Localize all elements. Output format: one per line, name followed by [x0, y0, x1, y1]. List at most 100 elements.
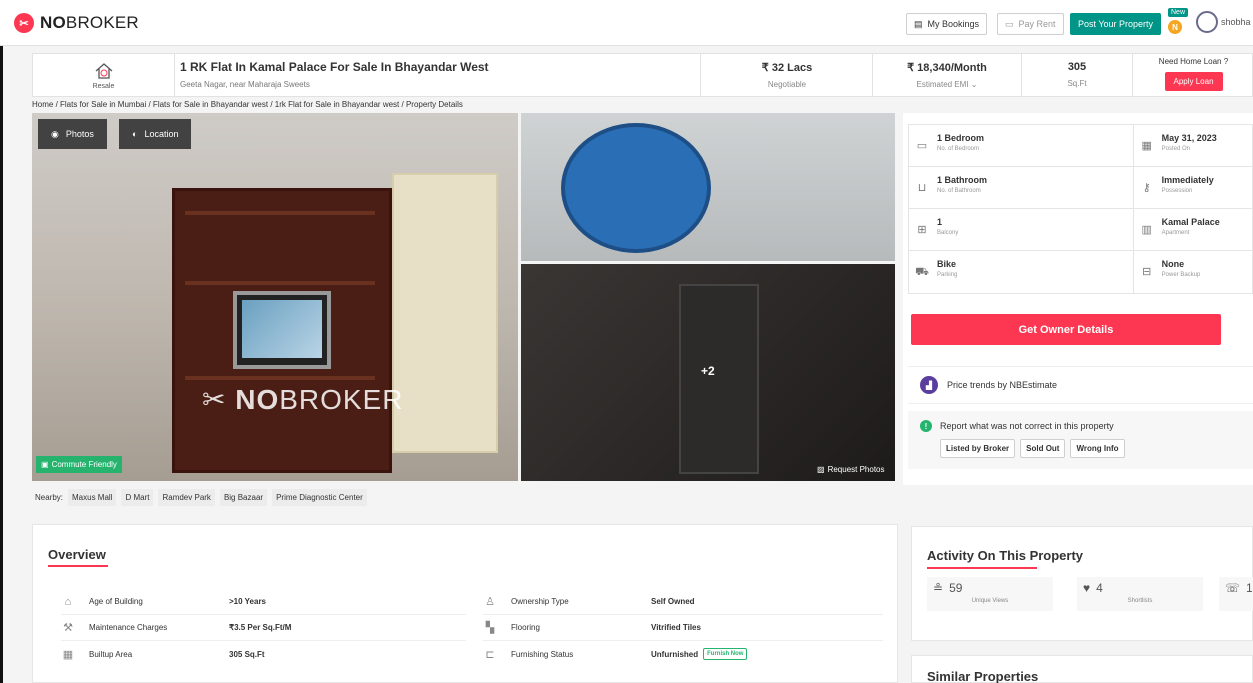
bathroom-cell: ⊔ 1 Bathroom No. of Bathroom [909, 167, 1133, 209]
phone-icon: ☏ [1225, 581, 1241, 595]
posted-on-cell: ▦ May 31, 2023 Posted On [1132, 125, 1252, 167]
overview-right-column: ♙ Ownership Type Self Owned ▚ Flooring V… [483, 589, 883, 667]
overview-underline [48, 565, 108, 567]
report-text: Report what was not correct in this prop… [940, 421, 1114, 431]
request-photos-button[interactable]: ▨ Request Photos [817, 465, 885, 474]
nearby-chip[interactable]: Prime Diagnostic Center [272, 489, 367, 506]
overview-label: Ownership Type [511, 597, 569, 606]
nobroker-logo[interactable]: ✂ NOBROKER [14, 12, 139, 34]
key-icon: ⚷ [1142, 182, 1151, 194]
unique-views-card: ≗ 59 Unique Views [927, 577, 1053, 611]
activity-title: Activity On This Property [927, 548, 1084, 563]
possession-value: Immediately [1161, 175, 1214, 185]
bed-icon: ▭ [916, 140, 928, 152]
price-value: ₹ 32 Lacs [761, 62, 813, 74]
report-section: ! Report what was not correct in this pr… [908, 411, 1253, 469]
power-backup-value: None [1161, 259, 1185, 269]
house-rupee-icon [95, 62, 112, 79]
apply-loan-button[interactable]: Apply Loan [1164, 72, 1223, 91]
overview-section: Overview ⌂ Age of Building >10 Years ⚒ M… [32, 524, 898, 683]
power-backup-label: Power Backup [1161, 272, 1201, 278]
nearby-chip[interactable]: Ramdev Park [158, 489, 215, 506]
cabinet-shelf [185, 211, 375, 215]
nearby-chip[interactable]: Maxus Mall [68, 489, 117, 506]
possession-cell: ⚷ Immediately Possession [1132, 167, 1252, 209]
sold-out-button[interactable]: Sold Out [1020, 439, 1066, 458]
overview-value: >10 Years [229, 597, 267, 606]
overview-row: ⚒ Maintenance Charges ₹3.5 Per Sq.Ft/M [61, 615, 466, 641]
pay-rent-button[interactable]: ▭ Pay Rent [997, 13, 1064, 35]
overview-label: Flooring [511, 623, 540, 632]
posted-on-label: Posted On [1161, 146, 1191, 152]
photo-tv-cabinet [172, 188, 392, 473]
overview-value: Self Owned [651, 597, 695, 606]
bathroom-photo[interactable] [521, 113, 895, 261]
listed-by-broker-button[interactable]: Listed by Broker [940, 439, 1016, 458]
building-icon: ▥ [1141, 224, 1152, 236]
camera-icon: ◉ [51, 128, 59, 139]
bathtub-icon: ⊔ [917, 182, 927, 194]
property-title: 1 RK Flat In Kamal Palace For Sale In Bh… [180, 60, 489, 74]
calendar-icon: ▦ [1141, 140, 1152, 152]
bedroom-value: 1 Bedroom [937, 133, 985, 143]
commute-friendly-badge[interactable]: ▣ Commute Friendly [36, 456, 122, 473]
apartment-cell: ▥ Kamal Palace Apartment [1132, 209, 1252, 251]
bedroom-cell: ▭ 1 Bedroom No. of Bedroom [909, 125, 1133, 167]
more-photos-tile[interactable]: +2 ▨ Request Photos [521, 264, 895, 481]
price-trends-text: Price trends by NBEstimate [947, 380, 1058, 390]
resale-tag: Resale [33, 54, 175, 96]
breadcrumb[interactable]: Home / Flats for Sale in Mumbai / Flats … [32, 100, 463, 109]
wrong-info-button[interactable]: Wrong Info [1070, 439, 1125, 458]
alert-icon: ! [920, 420, 932, 432]
nobroker-watermark: ✂ NOBROKER [202, 384, 404, 415]
price-block: ₹ 32 Lacs Negotiable [702, 54, 873, 96]
property-address: Geeta Nagar, near Maharaja Sweets [180, 80, 310, 89]
top-navbar: ✂ NOBROKER ▤ My Bookings ▭ Pay Rent Post Y… [0, 0, 1253, 46]
post-property-button[interactable]: Post Your Property [1070, 13, 1162, 35]
get-owner-details-button[interactable]: Get Owner Details [911, 314, 1221, 345]
property-summary-strip: Resale 1 RK Flat In Kamal Palace For Sal… [32, 53, 1253, 97]
maintenance-icon: ⚒ [63, 622, 73, 634]
location-tab[interactable]: ◐ Location [119, 119, 192, 149]
user-name[interactable]: shobha k [1221, 17, 1253, 27]
overview-row: ⊏ Furnishing Status Unfurnished Furnish … [483, 641, 883, 667]
overview-row: ⌂ Age of Building >10 Years [61, 589, 466, 615]
area-block: 305 Sq.Ft [1022, 54, 1133, 96]
nearby-chip[interactable]: D Mart [121, 489, 154, 506]
tv-screen [242, 300, 322, 358]
main-photo[interactable]: ✂ NOBROKER ◉ Photos ◐ Location ▣ Commute Fr… [32, 113, 518, 481]
bus-icon: ▣ [41, 460, 49, 469]
nearby-label: Nearby: [35, 493, 64, 502]
building-age-icon: ⌂ [64, 595, 72, 608]
battery-icon: ⊟ [1142, 266, 1152, 278]
window-frame-edge [0, 0, 3, 683]
emi-label[interactable]: Estimated EMI ⌄ [873, 80, 1021, 89]
price-trends-link[interactable]: ▟ Price trends by NBEstimate [908, 366, 1253, 404]
overview-row: ▚ Flooring Vitrified Tiles [483, 615, 883, 641]
overview-label: Maintenance Charges [89, 623, 168, 632]
my-bookings-button[interactable]: ▤ My Bookings [906, 13, 988, 35]
property-attributes-grid: ▭ 1 Bedroom No. of Bedroom ▦ May 31, 2023… [908, 124, 1253, 294]
overview-title: Overview [48, 547, 106, 562]
compass-icon: ◐ [132, 129, 138, 139]
emi-value: ₹ 18,340/Month [907, 62, 987, 74]
balcony-value: 1 [937, 217, 943, 227]
user-avatar[interactable] [1196, 11, 1218, 33]
nearby-chip[interactable]: Big Bazaar [219, 489, 268, 506]
overview-row: ▦ Builtup Area 305 Sq.Ft [61, 641, 466, 667]
ownership-icon: ♙ [485, 596, 495, 608]
resale-label: Resale [92, 82, 115, 90]
nb-coin-icon[interactable]: N [1168, 20, 1182, 34]
photos-tab[interactable]: ◉ Photos [38, 119, 107, 149]
logo-text: NOBROKER [40, 13, 139, 32]
possession-label: Possession [1161, 188, 1193, 194]
bathroom-label: No. of Bathroom [937, 188, 981, 194]
shortlists-card: ♥ 4 Shortlists [1077, 577, 1203, 611]
furnish-now-button[interactable]: Furnish Now [703, 648, 748, 660]
flooring-icon: ▚ [485, 622, 495, 634]
parking-cell: ⛟ Bike Parking [909, 251, 1133, 293]
parking-value: Bike [937, 259, 957, 269]
balcony-cell: ⊞ 1 Balcony [909, 209, 1133, 251]
balcony-label: Balcony [937, 230, 959, 236]
emi-block[interactable]: ₹ 18,340/Month Estimated EMI ⌄ [873, 54, 1022, 96]
